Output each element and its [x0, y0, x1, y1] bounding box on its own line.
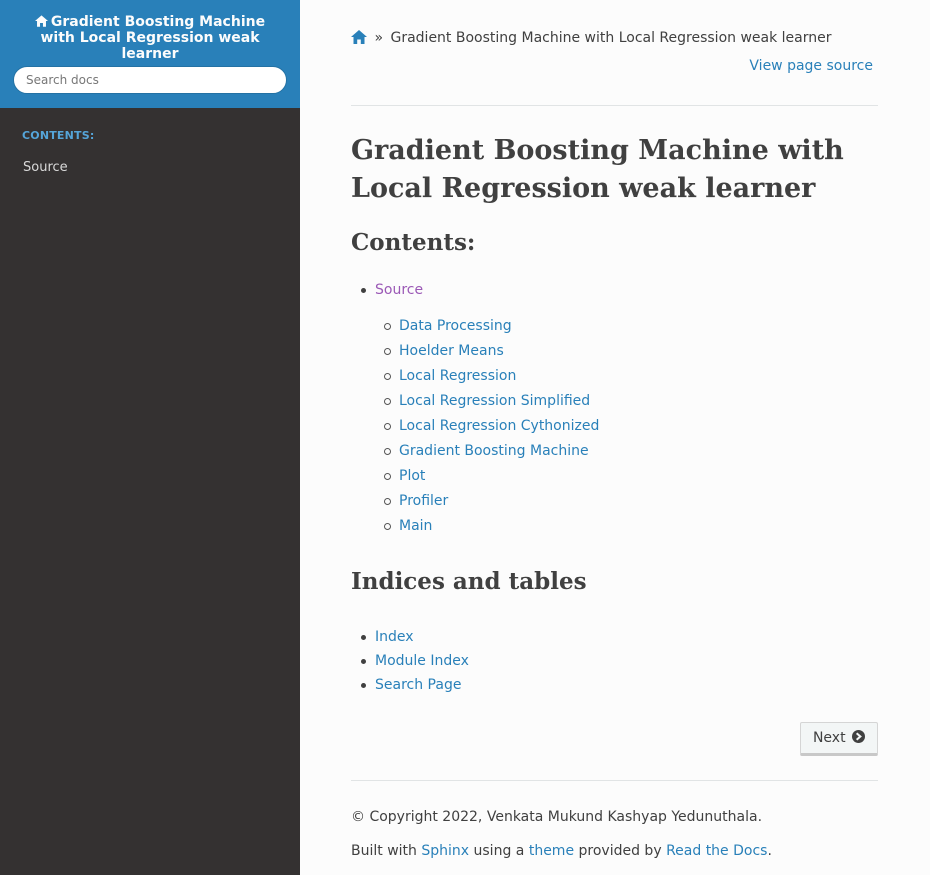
toc-list: Source [359, 278, 423, 302]
next-label: Next [812, 730, 846, 746]
toc-sublist: Data Processing Hoelder Means Local Regr… [383, 314, 599, 539]
circle-arrow-right-icon [852, 730, 866, 743]
using-a-text: using a [473, 843, 525, 859]
list-item: Plot [383, 464, 599, 489]
circle-bullet-icon [384, 473, 391, 480]
list-item: Module Index [359, 649, 469, 673]
circle-bullet-icon [384, 423, 391, 430]
built-with-text: Built with Sphinx using a theme provided… [351, 840, 772, 862]
toc-link[interactable]: Main [399, 518, 432, 534]
breadcrumb-separator: » [374, 30, 384, 46]
toc-link[interactable]: Local Regression [399, 368, 516, 384]
list-item: Profiler [383, 489, 599, 514]
list-item: Search Page [359, 673, 469, 697]
search-page-link[interactable]: Search Page [375, 677, 461, 693]
period-text: . [767, 843, 772, 859]
list-item: Data Processing [383, 314, 599, 339]
toc-link[interactable]: Hoelder Means [399, 343, 504, 359]
circle-bullet-icon [384, 448, 391, 455]
toc-link[interactable]: Plot [399, 468, 425, 484]
toc-link-source[interactable]: Source [375, 282, 423, 298]
home-icon[interactable] [351, 30, 367, 44]
toc-link[interactable]: Local Regression Simplified [399, 393, 590, 409]
next-button[interactable]: Next [800, 722, 878, 756]
provided-by-text: provided by [578, 843, 662, 859]
list-item: Gradient Boosting Machine [383, 439, 599, 464]
indices-list: Index Module Index Search Page [359, 625, 469, 697]
index-link[interactable]: Index [375, 629, 414, 645]
search-input[interactable] [13, 66, 287, 94]
built-prefix: Built with [351, 843, 417, 859]
sphinx-link[interactable]: Sphinx [421, 843, 469, 859]
project-home-link[interactable]: Gradient Boosting Machine with Local Reg… [0, 14, 300, 62]
project-title: Gradient Boosting Machine with Local Reg… [40, 14, 266, 62]
bullet-icon [361, 659, 366, 664]
circle-bullet-icon [384, 373, 391, 380]
copyright-text: © Copyright 2022, Venkata Mukund Kashyap… [351, 809, 763, 825]
view-page-source-link[interactable]: View page source [749, 56, 873, 76]
indices-heading: Indices and tables [351, 568, 587, 595]
bullet-icon [361, 683, 366, 688]
toc-link[interactable]: Local Regression Cythonized [399, 418, 599, 434]
list-item: Main [383, 514, 599, 539]
breadcrumb: » Gradient Boosting Machine with Local R… [351, 28, 878, 48]
footer-divider [351, 780, 878, 781]
contents-heading: Contents: [351, 229, 476, 256]
read-the-docs-link[interactable]: Read the Docs [666, 843, 767, 859]
list-item: Local Regression [383, 364, 599, 389]
list-item: Hoelder Means [383, 339, 599, 364]
bullet-icon [361, 635, 366, 640]
sidebar-caption: CONTENTS: [22, 129, 95, 142]
home-icon [34, 15, 48, 27]
list-item: Index [359, 625, 469, 649]
divider [351, 105, 878, 106]
list-item: Source [359, 278, 423, 302]
toc-link[interactable]: Data Processing [399, 318, 512, 334]
breadcrumb-current: Gradient Boosting Machine with Local Reg… [390, 30, 832, 46]
list-item: Local Regression Cythonized [383, 414, 599, 439]
page-title: Gradient Boosting Machine with Local Reg… [351, 135, 844, 204]
sidebar-item-source[interactable]: Source [0, 157, 300, 179]
theme-link[interactable]: theme [529, 843, 574, 859]
sidebar: Gradient Boosting Machine with Local Reg… [0, 0, 300, 875]
toc-link[interactable]: Profiler [399, 493, 448, 509]
circle-bullet-icon [384, 498, 391, 505]
circle-bullet-icon [384, 398, 391, 405]
sidebar-header: Gradient Boosting Machine with Local Reg… [0, 0, 300, 108]
bullet-icon [361, 288, 366, 293]
circle-bullet-icon [384, 348, 391, 355]
list-item: Local Regression Simplified [383, 389, 599, 414]
module-index-link[interactable]: Module Index [375, 653, 469, 669]
circle-bullet-icon [384, 523, 391, 530]
circle-bullet-icon [384, 323, 391, 330]
toc-link[interactable]: Gradient Boosting Machine [399, 443, 589, 459]
